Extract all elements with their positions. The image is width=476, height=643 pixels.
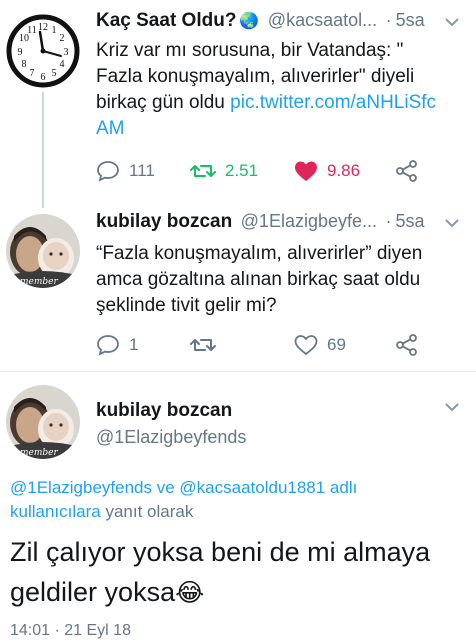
chevron-down-icon[interactable] xyxy=(444,17,460,27)
laughing-emoji: 😂 xyxy=(175,579,205,607)
tweet-3-focused[interactable]: member kubilay bozcan @1Elazigbeyfends @… xyxy=(0,372,476,643)
share-icon xyxy=(396,160,417,182)
retweet-icon xyxy=(190,165,216,177)
reply-icon xyxy=(97,161,119,182)
reply-icon xyxy=(97,335,119,356)
tweet-1-text: Kriz var mı sorusuna, bir Vatandaş: " Fa… xyxy=(96,38,446,142)
profile-photo: member xyxy=(6,385,80,459)
reply-suffix: yanıt olarak xyxy=(105,502,194,521)
clock-number: 4 xyxy=(60,59,65,70)
avatar-watermark: member xyxy=(20,277,58,287)
author-handle[interactable]: @kacsaatol... xyxy=(268,10,377,30)
clock-number: 6 xyxy=(41,72,46,83)
like-button[interactable]: 69 xyxy=(294,332,346,358)
tweet-text: Zil çalıyor yoksa beni de mi almaya geld… xyxy=(10,537,431,607)
chevron-down-icon[interactable] xyxy=(444,402,460,412)
retweet-button[interactable] xyxy=(190,332,216,358)
clock-number: 3 xyxy=(64,47,69,58)
tweet-text: “Fazla konuşmayalım, alıverirler” diyen … xyxy=(96,243,423,316)
separator-dot: · xyxy=(385,10,392,30)
reply-button[interactable]: 1 xyxy=(96,332,138,358)
reply-count: 111 xyxy=(129,161,155,180)
author-name[interactable]: kubilay bozcan xyxy=(96,211,232,232)
globe-emoji: 🌏 xyxy=(239,13,260,30)
user-avatar[interactable]: member xyxy=(6,214,80,288)
tweet-timestamp[interactable]: 14:01 · 21 Eyl 18 xyxy=(10,622,131,640)
thread-line xyxy=(42,92,44,208)
profile-photo: member xyxy=(6,214,80,288)
heart-outline-icon xyxy=(294,335,318,356)
reply-count: 1 xyxy=(129,335,139,354)
tweet-2-header: kubilay bozcan @1Elazigbeyfe... · 5sa xyxy=(96,211,425,233)
clock-icon: 12 1 2 3 4 5 6 7 8 9 10 11 xyxy=(6,14,80,88)
clock-number: 11 xyxy=(27,25,37,36)
tweet-2[interactable]: member kubilay bozcan @1Elazigbeyfe... ·… xyxy=(0,205,476,370)
tweet-1-actions: 111 2.51 9.86 xyxy=(96,158,426,184)
tweet-text-large: Zil çalıyor yoksa beni de mi almaya geld… xyxy=(10,532,450,613)
author-handle[interactable]: @1Elazigbeyfe... xyxy=(241,211,377,231)
like-count: 9.86 xyxy=(327,161,361,180)
avatar-watermark: member xyxy=(20,448,58,458)
tweet-1[interactable]: 12 1 2 3 4 5 6 7 8 9 10 11 Kaç Saat Oldu… xyxy=(0,0,476,200)
clock-number: 5 xyxy=(52,68,57,79)
tweet-time[interactable]: 5sa xyxy=(396,10,425,30)
retweet-button[interactable]: 2.51 xyxy=(190,158,258,184)
clock-number: 8 xyxy=(22,59,27,70)
author-handle[interactable]: @1Elazigbeyfends xyxy=(96,427,246,448)
share-button[interactable] xyxy=(396,332,418,358)
clock-number: 7 xyxy=(30,68,35,79)
heart-icon xyxy=(295,161,317,181)
clock-number: 1 xyxy=(52,25,57,36)
clock-number: 9 xyxy=(18,47,23,58)
tweet-time[interactable]: 5sa xyxy=(395,211,424,231)
like-count: 69 xyxy=(327,335,346,354)
clock-avatar[interactable]: 12 1 2 3 4 5 6 7 8 9 10 11 xyxy=(6,14,80,88)
reply-context: @1Elazigbeyfends ve @kacsaatoldu1881 adl… xyxy=(10,476,450,524)
tweet-2-actions: 1 69 xyxy=(96,332,426,358)
retweet-icon xyxy=(190,339,216,351)
clock-number: 2 xyxy=(60,33,65,44)
share-button[interactable] xyxy=(396,158,418,184)
author-name[interactable]: kubilay bozcan xyxy=(96,400,232,422)
like-button[interactable]: 9.86 xyxy=(294,158,360,184)
chevron-down-icon[interactable] xyxy=(444,218,460,228)
share-icon xyxy=(396,334,417,356)
tweet-1-header: Kaç Saat Oldu? 🌏 @kacsaatol... · 5sa xyxy=(96,10,425,32)
user-avatar[interactable]: member xyxy=(6,385,80,459)
separator-dot: · xyxy=(385,211,392,231)
retweet-count: 2.51 xyxy=(225,161,259,180)
reply-button[interactable]: 111 xyxy=(96,158,155,184)
author-name[interactable]: Kaç Saat Oldu? xyxy=(96,10,236,31)
